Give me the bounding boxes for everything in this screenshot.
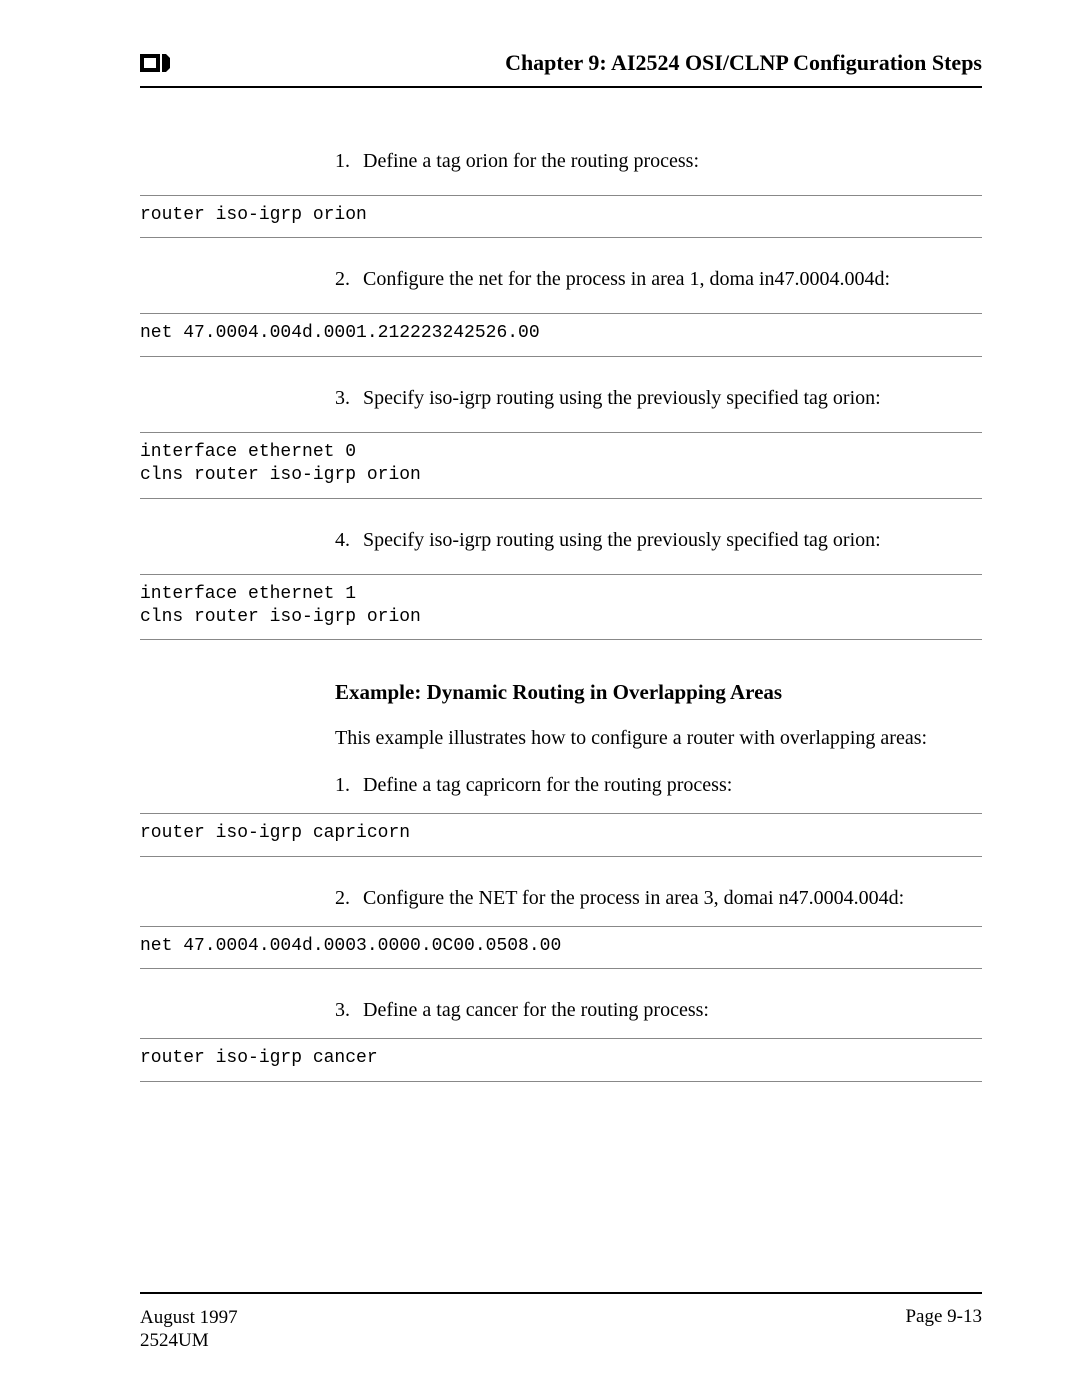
- step-number: 1.: [335, 148, 363, 175]
- step-text: Define a tag capricorn for the routing p…: [363, 772, 732, 799]
- code-block: net 47.0004.004d.0001.212223242526.00: [140, 313, 982, 356]
- code-block: router iso-igrp orion: [140, 195, 982, 238]
- step-text: Specify iso-igrp routing using the previ…: [363, 385, 881, 412]
- step-text: Define a tag orion for the routing proce…: [363, 148, 699, 175]
- company-logo-icon: [140, 54, 170, 72]
- step-number: 4.: [335, 527, 363, 554]
- page-footer: August 1997 2524UM Page 9-13: [140, 1292, 982, 1354]
- step-number: 3.: [335, 385, 363, 412]
- step-text: Configure the NET for the process in are…: [363, 885, 904, 912]
- step-item: 2. Configure the net for the process in …: [335, 266, 982, 293]
- step-item: 2. Configure the NET for the process in …: [335, 885, 982, 912]
- step-number: 3.: [335, 997, 363, 1024]
- step-item: 3. Define a tag cancer for the routing p…: [335, 997, 982, 1024]
- page-content: 1. Define a tag orion for the routing pr…: [140, 148, 982, 1292]
- step-number: 2.: [335, 885, 363, 912]
- code-block: router iso-igrp cancer: [140, 1038, 982, 1081]
- code-block: router iso-igrp capricorn: [140, 813, 982, 856]
- footer-docid: 2524UM: [140, 1329, 238, 1353]
- code-block: interface ethernet 0 clns router iso-igr…: [140, 432, 982, 499]
- step-text: Define a tag cancer for the routing proc…: [363, 997, 709, 1024]
- step-text: Specify iso-igrp routing using the previ…: [363, 527, 881, 554]
- code-block: net 47.0004.004d.0003.0000.0C00.0508.00: [140, 926, 982, 969]
- paragraph: This example illustrates how to configur…: [335, 725, 982, 752]
- step-item: 4. Specify iso-igrp routing using the pr…: [335, 527, 982, 554]
- code-block: interface ethernet 1 clns router iso-igr…: [140, 574, 982, 641]
- step-number: 2.: [335, 266, 363, 293]
- step-item: 3. Specify iso-igrp routing using the pr…: [335, 385, 982, 412]
- footer-date: August 1997: [140, 1306, 238, 1330]
- footer-page-number: Page 9-13: [905, 1306, 982, 1354]
- step-text: Configure the net for the process in are…: [363, 266, 890, 293]
- step-number: 1.: [335, 772, 363, 799]
- chapter-title: Chapter 9: AI2524 OSI/CLNP Configuration…: [505, 50, 982, 76]
- step-item: 1. Define a tag capricorn for the routin…: [335, 772, 982, 799]
- section-heading: Example: Dynamic Routing in Overlapping …: [335, 680, 982, 705]
- page-header: Chapter 9: AI2524 OSI/CLNP Configuration…: [140, 50, 982, 88]
- step-item: 1. Define a tag orion for the routing pr…: [335, 148, 982, 175]
